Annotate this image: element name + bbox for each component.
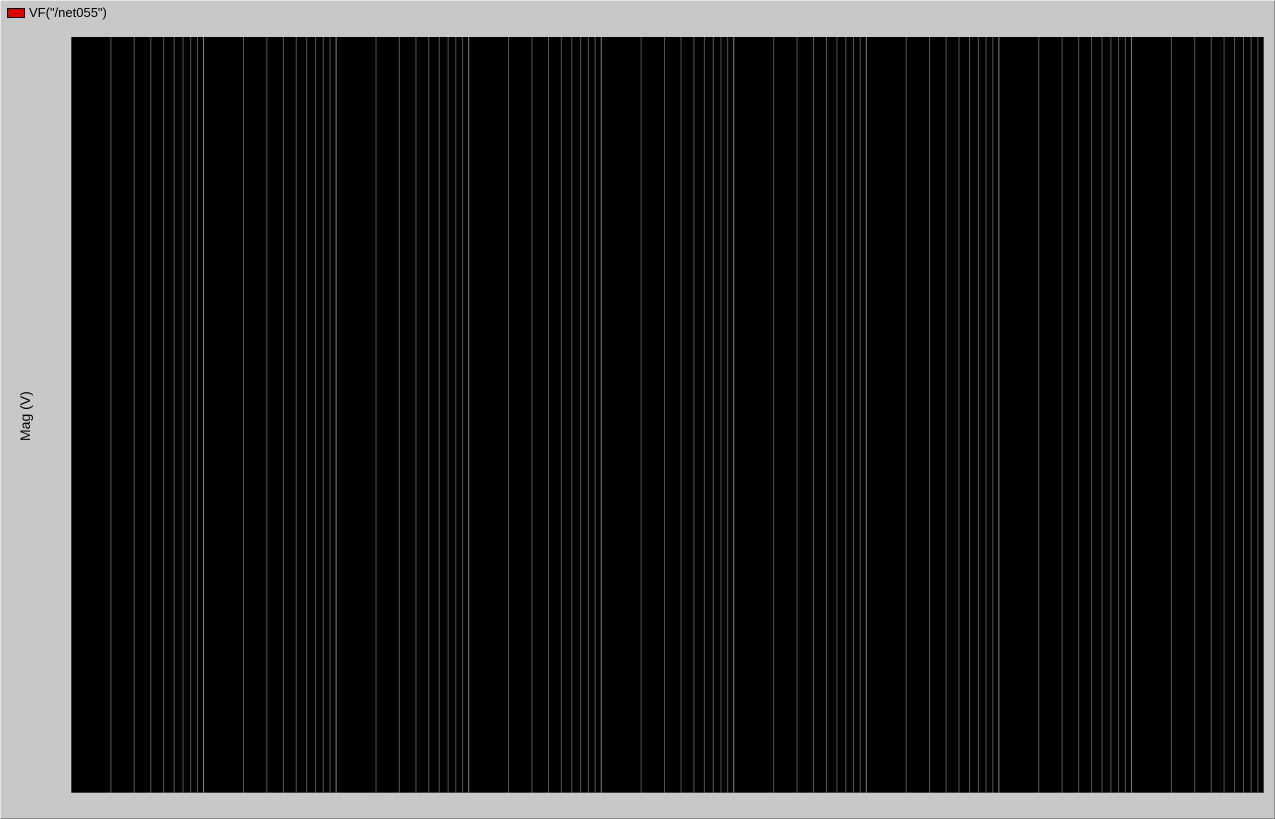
app-frame: VF("/net055") Mag (V) [0,0,1275,819]
y-axis-label: Mag (V) [17,391,33,441]
legend-swatch [7,8,25,18]
legend: VF("/net055") [7,5,107,20]
legend-label: VF("/net055") [29,5,107,20]
plot-area[interactable] [71,37,1264,793]
